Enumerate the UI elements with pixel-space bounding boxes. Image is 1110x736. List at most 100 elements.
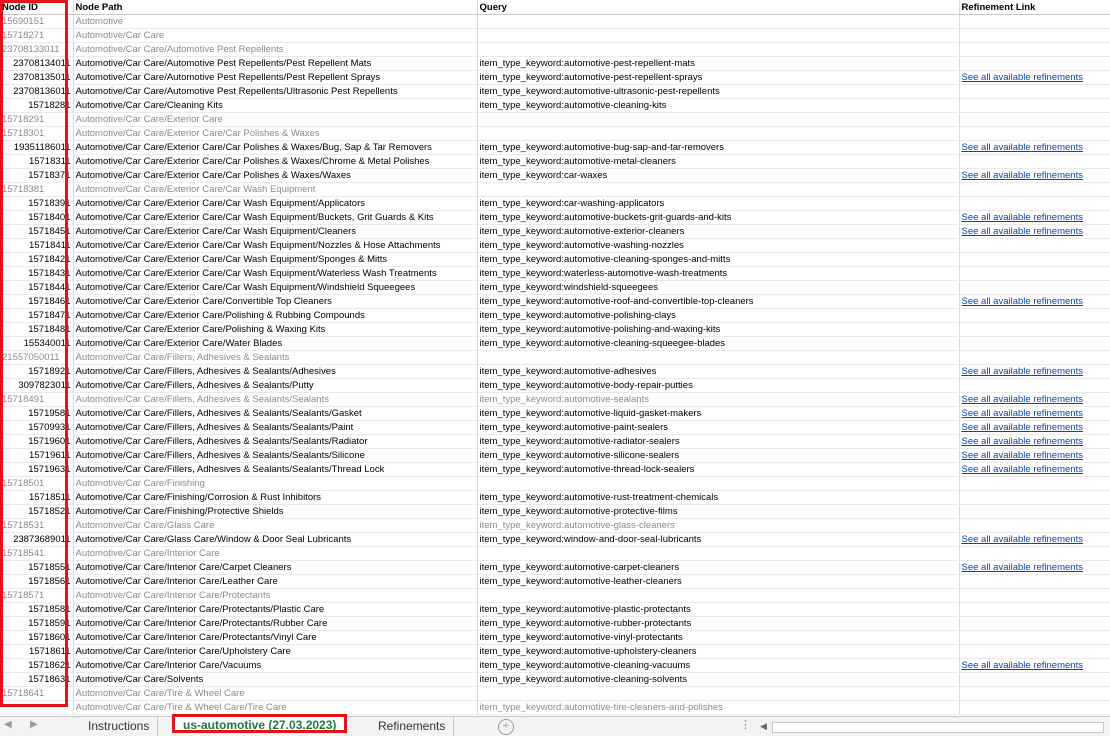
refinement-link-cell[interactable]: See all available refinements (959, 420, 1110, 435)
node-path-cell[interactable]: Automotive/Car Care/Tire & Wheel Care/Ti… (73, 700, 478, 715)
query-cell[interactable]: item_type_keyword:automotive-exterior-cl… (477, 224, 960, 239)
refinement-link[interactable]: See all available refinements (962, 170, 1083, 181)
refinement-link-cell[interactable] (959, 238, 1110, 253)
query-cell[interactable]: item_type_keyword:automotive-body-repair… (477, 378, 960, 393)
query-cell[interactable]: item_type_keyword:automotive-pest-repell… (477, 56, 960, 71)
node-id-cell[interactable]: 15718541 (0, 546, 74, 561)
query-cell[interactable]: item_type_keyword:automotive-vinyl-prote… (477, 630, 960, 645)
query-cell[interactable] (477, 42, 960, 57)
refinement-link-cell[interactable] (959, 476, 1110, 491)
query-cell[interactable]: item_type_keyword:automotive-buckets-gri… (477, 210, 960, 225)
node-id-cell[interactable]: 15718581 (0, 602, 74, 617)
node-path-cell[interactable]: Automotive/Car Care/Interior Care/Protec… (73, 630, 478, 645)
node-path-cell[interactable]: Automotive/Car Care/Solvents (73, 672, 478, 687)
node-id-cell[interactable]: 15718431 (0, 266, 74, 281)
node-id-cell[interactable]: 15718551 (0, 560, 74, 575)
node-id-cell[interactable]: 23873689011 (0, 532, 74, 547)
refinement-link-cell[interactable] (959, 56, 1110, 71)
refinement-link-cell[interactable] (959, 252, 1110, 267)
node-id-cell[interactable]: 23708133011 (0, 42, 74, 57)
node-id-cell[interactable]: 15718461 (0, 294, 74, 309)
node-id-cell[interactable]: 15718381 (0, 182, 74, 197)
query-cell[interactable] (477, 686, 960, 701)
header-node-id[interactable]: Node ID (0, 0, 74, 15)
refinement-link-cell[interactable] (959, 546, 1110, 561)
node-id-cell[interactable]: 15718471 (0, 308, 74, 323)
node-path-cell[interactable]: Automotive/Car Care/Fillers, Adhesives &… (73, 392, 478, 407)
node-id-cell[interactable]: 155340011 (0, 336, 74, 351)
node-path-cell[interactable]: Automotive/Car Care/Exterior Care/Car Wa… (73, 266, 478, 281)
refinement-link-cell[interactable]: See all available refinements (959, 392, 1110, 407)
horizontal-scrollbar[interactable]: ◀ (760, 721, 1110, 733)
node-path-cell[interactable]: Automotive/Car Care/Fillers, Adhesives &… (73, 364, 478, 379)
node-id-cell[interactable]: 15718591 (0, 616, 74, 631)
query-cell[interactable]: item_type_keyword:automotive-glass-clean… (477, 518, 960, 533)
node-id-cell[interactable]: 15718301 (0, 126, 74, 141)
node-path-cell[interactable]: Automotive/Car Care/Exterior Care/Water … (73, 336, 478, 351)
node-id-cell[interactable]: 23708135011 (0, 70, 74, 85)
node-path-cell[interactable]: Automotive/Car Care/Exterior Care/Car Wa… (73, 238, 478, 253)
node-id-cell[interactable]: 15718601 (0, 630, 74, 645)
refinement-link[interactable]: See all available refinements (962, 212, 1083, 223)
refinement-link-cell[interactable] (959, 154, 1110, 169)
refinement-link[interactable]: See all available refinements (962, 394, 1083, 405)
node-id-cell[interactable]: 15718481 (0, 322, 74, 337)
node-path-cell[interactable]: Automotive/Car Care/Exterior Care/Car Po… (73, 126, 478, 141)
node-path-cell[interactable]: Automotive/Car Care/Fillers, Adhesives &… (73, 406, 478, 421)
node-path-cell[interactable]: Automotive/Car Care/Interior Care/Carpet… (73, 560, 478, 575)
header-node-path[interactable]: Node Path (73, 0, 478, 15)
node-id-cell[interactable]: 15718571 (0, 588, 74, 603)
refinement-link-cell[interactable] (959, 42, 1110, 57)
node-id-cell[interactable]: 15719581 (0, 406, 74, 421)
tab-scroll-left-icon[interactable]: ◀ (4, 719, 12, 730)
query-cell[interactable] (477, 476, 960, 491)
refinement-link-cell[interactable]: See all available refinements (959, 560, 1110, 575)
refinement-link-cell[interactable] (959, 112, 1110, 127)
refinement-link[interactable]: See all available refinements (962, 436, 1083, 447)
node-path-cell[interactable]: Automotive/Car Care/Exterior Care/Polish… (73, 322, 478, 337)
node-id-cell[interactable]: 15718521 (0, 504, 74, 519)
more-options-icon[interactable]: ⋮ (740, 718, 751, 731)
refinement-link-cell[interactable]: See all available refinements (959, 658, 1110, 673)
node-path-cell[interactable]: Automotive/Car Care/Finishing/Protective… (73, 504, 478, 519)
query-cell[interactable]: item_type_keyword:automotive-radiator-se… (477, 434, 960, 449)
query-cell[interactable]: item_type_keyword:windshield-squeegees (477, 280, 960, 295)
query-cell[interactable]: item_type_keyword:automotive-upholstery-… (477, 644, 960, 659)
query-cell[interactable] (477, 182, 960, 197)
refinement-link[interactable]: See all available refinements (962, 72, 1083, 83)
refinement-link[interactable]: See all available refinements (962, 562, 1083, 573)
node-id-cell[interactable]: 15718621 (0, 658, 74, 673)
node-id-cell[interactable]: 15690151 (0, 14, 74, 29)
refinement-link-cell[interactable] (959, 98, 1110, 113)
refinement-link-cell[interactable]: See all available refinements (959, 210, 1110, 225)
node-id-cell[interactable]: 15718441 (0, 280, 74, 295)
node-path-cell[interactable]: Automotive/Car Care/Automotive Pest Repe… (73, 42, 478, 57)
node-path-cell[interactable]: Automotive/Car Care (73, 28, 478, 43)
refinement-link-cell[interactable] (959, 616, 1110, 631)
node-id-cell[interactable]: 15718371 (0, 168, 74, 183)
node-id-cell[interactable]: 15718451 (0, 224, 74, 239)
node-path-cell[interactable]: Automotive/Car Care/Fillers, Adhesives &… (73, 462, 478, 477)
query-cell[interactable]: item_type_keyword:automotive-cleaning-sp… (477, 252, 960, 267)
node-path-cell[interactable]: Automotive/Car Care/Interior Care/Uphols… (73, 644, 478, 659)
refinement-link-cell[interactable] (959, 630, 1110, 645)
query-cell[interactable]: item_type_keyword:waterless-automotive-w… (477, 266, 960, 281)
query-cell[interactable]: item_type_keyword:automotive-paint-seale… (477, 420, 960, 435)
query-cell[interactable]: item_type_keyword:automotive-tire-cleane… (477, 700, 960, 715)
node-id-cell[interactable]: 15718291 (0, 112, 74, 127)
node-id-cell[interactable]: 19351186011 (0, 140, 74, 155)
refinement-link-cell[interactable] (959, 28, 1110, 43)
add-sheet-icon[interactable]: + (498, 719, 514, 735)
refinement-link-cell[interactable]: See all available refinements (959, 364, 1110, 379)
refinement-link[interactable]: See all available refinements (962, 464, 1083, 475)
query-cell[interactable]: item_type_keyword:automotive-cleaning-ki… (477, 98, 960, 113)
node-path-cell[interactable]: Automotive/Car Care/Automotive Pest Repe… (73, 84, 478, 99)
query-cell[interactable]: item_type_keyword:automotive-polishing-a… (477, 322, 960, 337)
node-path-cell[interactable]: Automotive/Car Care/Interior Care/Protec… (73, 616, 478, 631)
query-cell[interactable] (477, 126, 960, 141)
node-path-cell[interactable]: Automotive/Car Care/Fillers, Adhesives &… (73, 378, 478, 393)
node-id-cell[interactable]: 15718401 (0, 210, 74, 225)
node-path-cell[interactable]: Automotive/Car Care/Tire & Wheel Care (73, 686, 478, 701)
refinement-link[interactable]: See all available refinements (962, 226, 1083, 237)
query-cell[interactable]: item_type_keyword:automotive-leather-cle… (477, 574, 960, 589)
